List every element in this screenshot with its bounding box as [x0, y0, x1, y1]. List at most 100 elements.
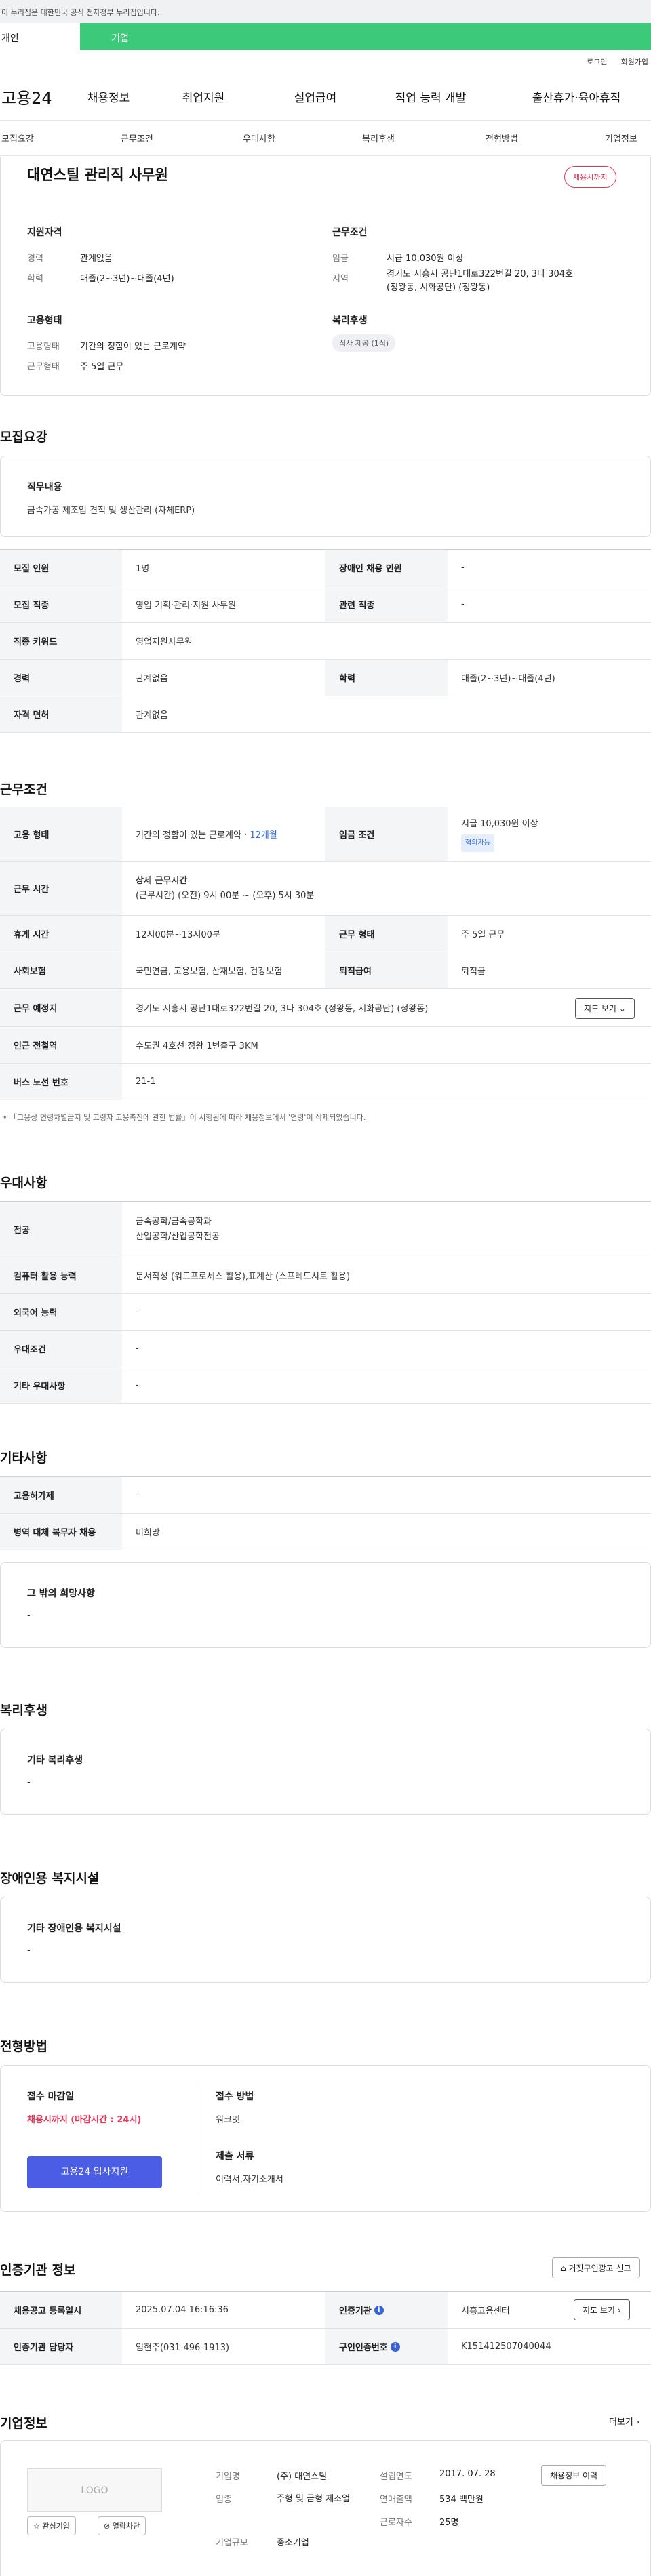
table-header: 근무 시간 [0, 862, 122, 915]
global-nav: 고용24 채용정보 취업지원 실업급여 직업 능력 개발 출산휴가·육아휴직 [0, 73, 651, 121]
table-cell: - [136, 1344, 139, 1354]
job-title: 대연스틸 관리직 사무원 [27, 167, 168, 183]
table-cell: 관계없음 [136, 674, 168, 684]
table-cell: 국민연금, 고용보험, 산재보험, 건강보험 [136, 967, 283, 977]
table-cell: 시급 10,030원 이상 협의가능 [448, 807, 651, 861]
chevron-right-icon: › [617, 2306, 621, 2315]
work-type-label: 근무형태 [27, 362, 60, 372]
table-header: 모집 직종 [0, 586, 122, 622]
table-cell: 임현주(031-496-1913) [136, 2343, 230, 2353]
subnav-select[interactable]: 전형방법 [486, 132, 518, 144]
deadline-badge: 채용시까지 [564, 166, 616, 188]
etc-table: 고용허가제 - 병역 대체 복무자 채용 비희망 [0, 1476, 651, 1550]
signup-link[interactable]: 회원가입 [621, 56, 648, 67]
work-type-value: 주 5일 근무 [80, 362, 124, 372]
disabled-card-value: - [27, 1946, 31, 1956]
fav-label: 관심기업 [42, 2522, 70, 2531]
history-button[interactable]: 채용정보 이력 [541, 2465, 607, 2486]
subnav-work[interactable]: 근무조건 [121, 132, 153, 144]
company-logo: LOGO [27, 2468, 162, 2512]
company-name-label: 기업명 [216, 2472, 240, 2482]
table-cell: 관계없음 [136, 710, 168, 721]
table-cell: 영업지원사무원 [136, 637, 193, 647]
table-header: 자격 면허 [0, 696, 122, 732]
gnb-item-employment-support[interactable]: 취업지원 [136, 88, 271, 105]
edu-value: 대졸(2~3년)~대졸(4년) [80, 274, 174, 284]
extra-value: - [27, 1611, 31, 1621]
table-row: 버스 노선 번호 21-1 [0, 1064, 651, 1100]
apply-button[interactable]: 고용24 입사지원 [27, 2156, 162, 2188]
table-row: 사회보험 국민연금, 고용보험, 산재보험, 건강보험 퇴직급여 퇴직금 [0, 952, 651, 989]
method-value: 워크넷 [216, 2115, 240, 2125]
table-row: 경력 관계없음 학력 대졸(2~3년)~대졸(4년) [0, 660, 651, 696]
table-row: 전공 금속공학/금속공학과 산업공학/산업공학전공 [0, 1202, 651, 1257]
industry-label: 업종 [216, 2495, 232, 2505]
report-fake-ad-button[interactable]: ⌂ 거짓구인광고 신고 [552, 2257, 640, 2278]
disabled-card-heading: 기타 장애인용 복지시설 [27, 1923, 121, 1934]
table-cell: 문서작성 (워드프로세스 활용),표계산 (스프레드시트 활용) [136, 1272, 351, 1282]
block-view-button[interactable]: ⊘ 열람차단 [98, 2516, 146, 2535]
gnb-item-parental-leave[interactable]: 출산휴가·육아휴직 [502, 88, 651, 105]
agency-map-button[interactable]: 지도 보기 › [574, 2299, 630, 2320]
table-cell: 수도권 4호선 정왕 1번출구 3KM [136, 1041, 258, 1051]
block-label: 열람차단 [112, 2522, 140, 2531]
subnav-pref[interactable]: 우대사항 [243, 132, 275, 144]
cond-heading: 근무조건 [332, 227, 368, 238]
disabled-title: 장애인용 복지시설 [0, 1871, 100, 1886]
gnb-item-jobs[interactable]: 채용정보 [81, 88, 136, 105]
duty-heading: 직무내용 [27, 482, 62, 493]
subnav-recruit[interactable]: 모집요강 [1, 132, 34, 144]
industry-value: 주형 및 금형 제조업 [277, 2494, 351, 2504]
table-row: 근무 예정지 경기도 시흥시 공단1대로322번길 20, 3다 304호 (정… [0, 989, 651, 1027]
table-header: 고용 형태 [0, 807, 122, 861]
gnb-item-skill-development[interactable]: 직업 능력 개발 [359, 88, 502, 105]
utility-bar: 로그인 회원가입 [0, 50, 651, 73]
size-value: 중소기업 [277, 2538, 309, 2548]
table-cell: 21-1 [136, 1076, 156, 1087]
subnav-welfare[interactable]: 복리후생 [362, 132, 395, 144]
favorite-company-button[interactable]: ☆ 관심기업 [27, 2516, 76, 2535]
subnav-company[interactable]: 기업정보 [605, 132, 637, 144]
table-header: 채용공고 등록일시 [0, 2292, 122, 2328]
disabled-card [0, 1897, 651, 1983]
tab-company[interactable]: 기업 [80, 23, 160, 50]
table-cell: 금속공학/금속공학과 산업공학/산업공학전공 [122, 1202, 651, 1257]
qual-heading: 지원자격 [27, 227, 62, 238]
area-label: 지역 [332, 274, 349, 284]
table-cell: 주 5일 근무 [461, 930, 505, 940]
table-row: 채용공고 등록일시 2025.07.04 16:16:36 인증기관 i 시흥고용… [0, 2292, 651, 2329]
contract-months: 12개월 [250, 830, 277, 841]
table-header: 장애인 채용 인원 [326, 550, 448, 586]
etc-title: 기타사항 [0, 1451, 47, 1466]
table-row: 우대조건 - [0, 1331, 651, 1367]
tab-personal[interactable]: 개인 [0, 23, 80, 50]
welfare-card-value: - [27, 1777, 31, 1788]
company-title: 기업정보 [0, 2416, 47, 2431]
welfare-card-heading: 기타 복리후생 [27, 1755, 83, 1766]
company-more-link[interactable]: 더보기 › [609, 2415, 639, 2428]
table-header: 직종 키워드 [0, 623, 122, 659]
age-note-text: 「고용상 연령차별금지 및 고령자 고용촉진에 관한 법률」이 시행됨에 따라 … [9, 1113, 366, 1122]
recruit-table: 모집 인원 1명 장애인 채용 인원 - 모집 직종 영업 기획·관리·지원 사… [0, 549, 651, 733]
section-nav: 모집요강 근무조건 우대사항 복리후생 전형방법 기업정보 [0, 121, 651, 156]
info-icon[interactable]: i [390, 2341, 400, 2352]
table-row: 인증기관 담당자 임현주(031-496-1913) 구인인증번호 i K1514… [0, 2329, 651, 2365]
table-row: 휴게 시간 12시00분~13시00분 근무 형태 주 5일 근무 [0, 916, 651, 952]
login-link[interactable]: 로그인 [587, 56, 607, 67]
emp-type-label: 고용형태 [27, 342, 60, 352]
table-cell: 퇴직금 [461, 967, 486, 977]
cert-no-label: 구인인증번호 [339, 2343, 388, 2353]
table-row: 모집 인원 1명 장애인 채용 인원 - [0, 550, 651, 586]
gov-banner: 이 누리집은 대한민국 공식 전자정부 누리집입니다. [0, 0, 651, 23]
work-title: 근무조건 [0, 782, 47, 797]
gnb-item-unemployment-benefit[interactable]: 실업급여 [271, 88, 359, 105]
table-cell: 영업 기획·관리·지원 사무원 [136, 601, 237, 611]
info-icon[interactable]: i [374, 2305, 384, 2315]
extra-card [0, 1562, 651, 1648]
site-logo[interactable]: 고용24 [0, 85, 81, 108]
agency-map-label: 지도 보기 [583, 2306, 615, 2315]
table-header: 외국어 능력 [0, 1294, 122, 1330]
docs-value: 이력서,자기소개서 [216, 2175, 283, 2185]
map-view-button[interactable]: 지도 보기 ⌄ [575, 998, 635, 1019]
duty-value: 금속가공 제조업 견적 및 생산관리 (자체ERP) [27, 506, 195, 516]
